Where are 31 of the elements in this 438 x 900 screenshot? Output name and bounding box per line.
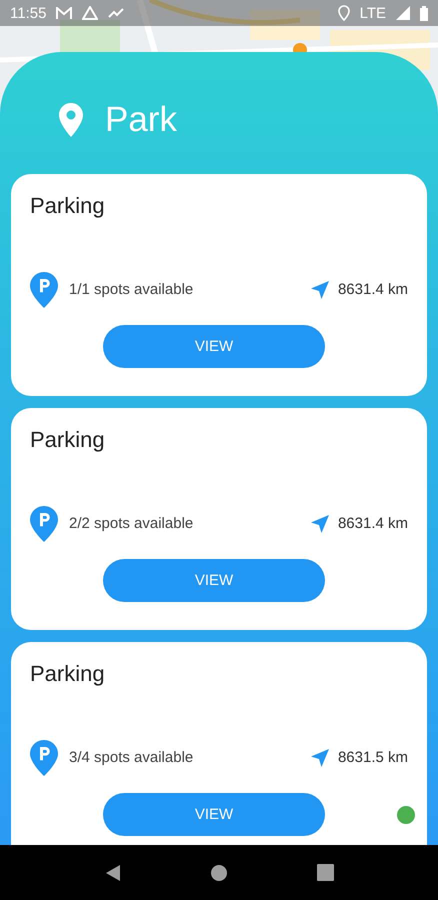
trend-icon — [108, 8, 124, 18]
navigation-arrow-icon — [310, 514, 330, 534]
sheet-title: Park — [105, 100, 177, 140]
location-icon — [338, 5, 350, 21]
navigation-arrow-icon — [310, 748, 330, 768]
view-button[interactable]: VIEW — [103, 793, 325, 836]
spots-available: 1/1 spots available — [69, 281, 194, 298]
navigation-arrow-icon — [310, 280, 330, 300]
home-icon[interactable] — [210, 864, 228, 882]
view-button[interactable]: VIEW — [103, 325, 325, 368]
parking-pin-icon — [30, 272, 58, 308]
triangle-icon — [82, 6, 98, 20]
parking-name: Parking — [30, 192, 106, 220]
network-label: LTE — [360, 4, 386, 22]
back-icon[interactable] — [104, 864, 120, 882]
recents-icon[interactable] — [316, 864, 334, 881]
parking-name: Parking — [30, 660, 106, 688]
location-pin-icon — [59, 103, 83, 137]
distance: 8631.5 km — [338, 749, 408, 766]
battery-icon — [420, 6, 428, 20]
status-time: 11:55 — [10, 4, 46, 22]
spots-available: 3/4 spots available — [69, 749, 194, 766]
distance: 8631.4 km — [338, 515, 408, 532]
parking-pin-icon — [30, 506, 58, 542]
distance: 8631.4 km — [338, 281, 408, 298]
spots-available: 2/2 spots available — [69, 515, 194, 532]
view-button[interactable]: VIEW — [103, 559, 325, 602]
parking-pin-icon — [30, 740, 58, 776]
parking-name: Parking — [30, 426, 106, 454]
mail-icon — [56, 6, 72, 20]
signal-icon — [396, 6, 410, 20]
